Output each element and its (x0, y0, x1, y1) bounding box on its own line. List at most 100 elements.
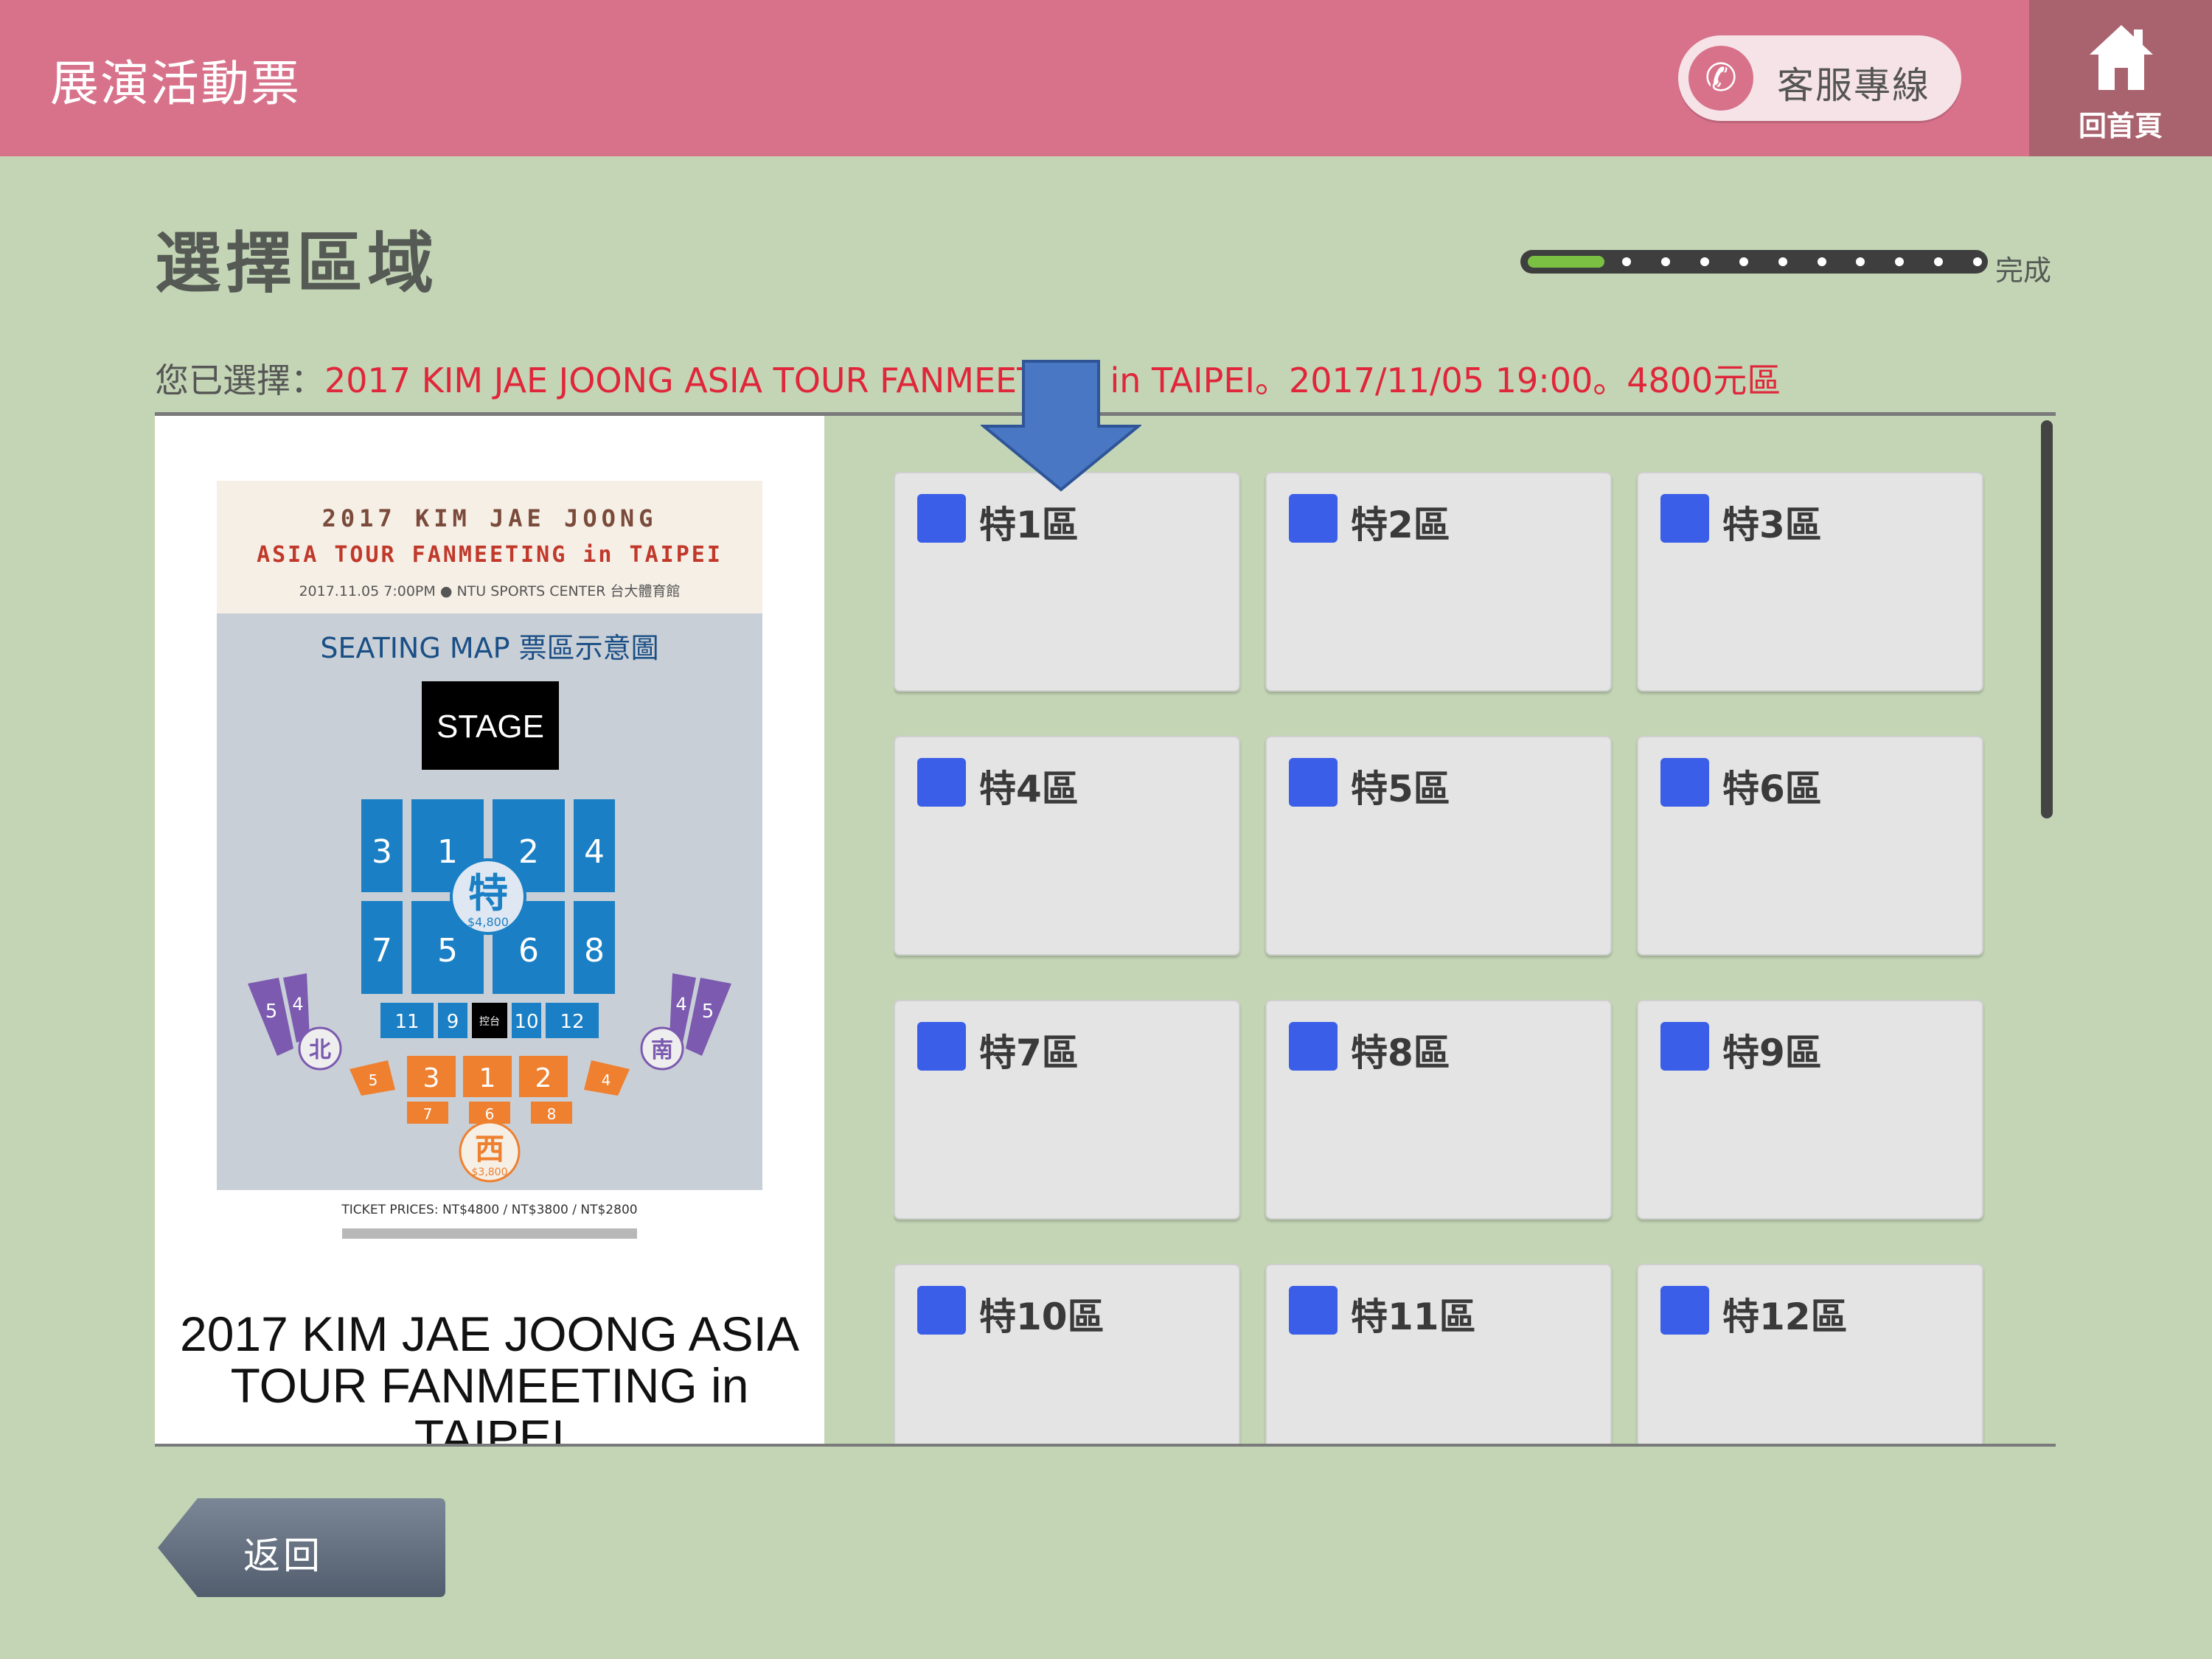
zone-color-swatch (1660, 1286, 1709, 1335)
progress-end-label: 完成 (1995, 254, 2052, 287)
progress-step (1973, 257, 1982, 266)
zone-label: 特4區 (979, 768, 1079, 810)
poster-small-11: 11 (394, 1011, 419, 1033)
poster-orange-2: 2 (535, 1063, 552, 1093)
poster-west-price: $3,800 (472, 1166, 508, 1178)
zone-label: 特1區 (979, 504, 1079, 546)
poster-small-9: 9 (447, 1011, 459, 1033)
content-divider-bottom (155, 1444, 2056, 1447)
back-label: 返回 (243, 1534, 323, 1577)
poster-info: 2017.11.05 7:00PM ● NTU SPORTS CENTER 台大… (299, 583, 680, 599)
zone-label: 特3區 (1722, 504, 1822, 546)
poster-line2: ASIA TOUR FANMEETING in TAIPEI (257, 542, 723, 568)
event-poster-panel: 2017 KIM JAE JOONG ASIA TOUR FANMEETING … (155, 416, 824, 1444)
poster-orange-6: 6 (485, 1105, 495, 1123)
zone-label: 特8區 (1351, 1032, 1450, 1074)
zone-card[interactable]: 特7區 (894, 1000, 1240, 1220)
zone-grid-scrollbar[interactable] (2041, 420, 2053, 818)
zone-label: 特2區 (1351, 504, 1450, 546)
poster-block-5: 5 (437, 932, 458, 970)
zone-card[interactable]: 特3區 (1637, 472, 1983, 692)
zone-card[interactable]: 特1區 (894, 472, 1240, 692)
zone-grid: 特1區 特2區 特3區特4區 特5區 特6區特7區 特8區 特9區特10區 特11區 特12區 (894, 472, 2000, 1444)
down-arrow-icon (981, 360, 1141, 492)
zone-color-swatch (1660, 494, 1709, 543)
zone-label: 特5區 (1351, 768, 1450, 810)
poster-center-price: $4,800 (467, 915, 509, 929)
seating-map-poster: 2017 KIM JAE JOONG ASIA TOUR FANMEETING … (217, 481, 762, 1248)
zone-color-swatch (1289, 758, 1338, 807)
poster-center-label: 特 (468, 870, 508, 917)
poster-control: 控台 (479, 1016, 500, 1028)
poster-purple-4-left: 4 (292, 994, 303, 1015)
selection-summary: 您已選擇：2017 KIM JAE JOONG ASIA TOUR FANMEE… (155, 354, 1781, 403)
zone-color-swatch (917, 1286, 966, 1335)
progress-step (1661, 257, 1670, 266)
poster-orange-3: 3 (423, 1063, 440, 1093)
poster-block-2: 2 (518, 833, 539, 871)
poster-block-1: 1 (437, 833, 458, 871)
home-label: 回首頁 (2078, 110, 2163, 142)
progress-step (1739, 257, 1748, 266)
zone-color-swatch (917, 758, 966, 807)
app-title: 展演活動票 (50, 55, 301, 112)
customer-service-label: 客服專線 (1777, 64, 1930, 107)
progress-step (1895, 257, 1904, 266)
poster-north: 北 (309, 1037, 331, 1063)
home-icon (2090, 25, 2153, 90)
poster-small-12: 12 (560, 1011, 584, 1033)
zone-card[interactable]: 特11區 (1265, 1264, 1612, 1444)
poster-block-7: 7 (372, 932, 392, 970)
zone-label: 特12區 (1722, 1295, 1848, 1338)
progress-steps (1520, 250, 1988, 274)
zone-color-swatch (1660, 758, 1709, 807)
poster-orange-1: 1 (479, 1063, 496, 1093)
zone-card[interactable]: 特6區 (1637, 736, 1983, 956)
home-button[interactable]: 回首頁 (2029, 0, 2212, 156)
poster-stage: STAGE (437, 709, 544, 745)
zone-card[interactable]: 特12區 (1637, 1264, 1983, 1444)
poster-orange-8: 8 (547, 1105, 557, 1123)
poster-orange-5: 5 (369, 1071, 378, 1089)
zone-color-swatch (917, 1022, 966, 1071)
customer-service-button[interactable]: ✆ 客服專線 (1678, 35, 1961, 121)
zone-card[interactable]: 特8區 (1265, 1000, 1612, 1220)
poster-block-3: 3 (372, 833, 392, 871)
phone-icon: ✆ (1688, 46, 1753, 111)
poster-west: 西 (475, 1133, 504, 1166)
zone-card[interactable]: 特2區 (1265, 472, 1612, 692)
poster-purple-5-left: 5 (265, 1001, 278, 1023)
poster-block-8: 8 (584, 932, 605, 970)
poster-purple-4-right: 4 (675, 994, 686, 1015)
progress-step (1934, 257, 1943, 266)
zone-color-swatch (1660, 1022, 1709, 1071)
zone-card[interactable]: 特5區 (1265, 736, 1612, 956)
poster-small-10: 10 (514, 1011, 538, 1033)
zone-label: 特9區 (1722, 1032, 1822, 1074)
poster-map-title: SEATING MAP 票區示意圖 (320, 632, 658, 664)
poster-purple-5-right: 5 (702, 1001, 714, 1023)
zone-label: 特11區 (1351, 1295, 1476, 1338)
poster-block-4: 4 (584, 833, 605, 871)
selection-prefix: 您已選擇： (155, 361, 324, 400)
zone-card[interactable]: 特9區 (1637, 1000, 1983, 1220)
zone-card[interactable]: 特10區 (894, 1264, 1240, 1444)
progress-step (1700, 257, 1709, 266)
zone-card[interactable]: 特4區 (894, 736, 1240, 956)
poster-line1: 2017 KIM JAE JOONG (322, 504, 658, 532)
app-header: 展演活動票 ✆ 客服專線 回首頁 (0, 0, 2212, 156)
poster-orange-7: 7 (423, 1105, 433, 1123)
event-name: 2017 KIM JAE JOONG ASIA TOUR FANMEETING … (180, 1307, 799, 1444)
poster-south: 南 (651, 1037, 673, 1063)
zone-color-swatch (1289, 494, 1338, 543)
zone-color-swatch (1289, 1286, 1338, 1335)
progress-step (1856, 257, 1865, 266)
back-button[interactable]: 返回 (155, 1495, 448, 1600)
progress-step (1622, 257, 1631, 266)
zone-label: 特7區 (979, 1032, 1079, 1074)
poster-ticket-prices: TICKET PRICES: NT$4800 / NT$3800 / NT$28… (341, 1203, 637, 1217)
page-title: 選擇區域 (155, 225, 438, 302)
zone-label: 特10區 (979, 1295, 1105, 1338)
progress-bar (1520, 250, 1988, 274)
progress-step (1778, 257, 1787, 266)
